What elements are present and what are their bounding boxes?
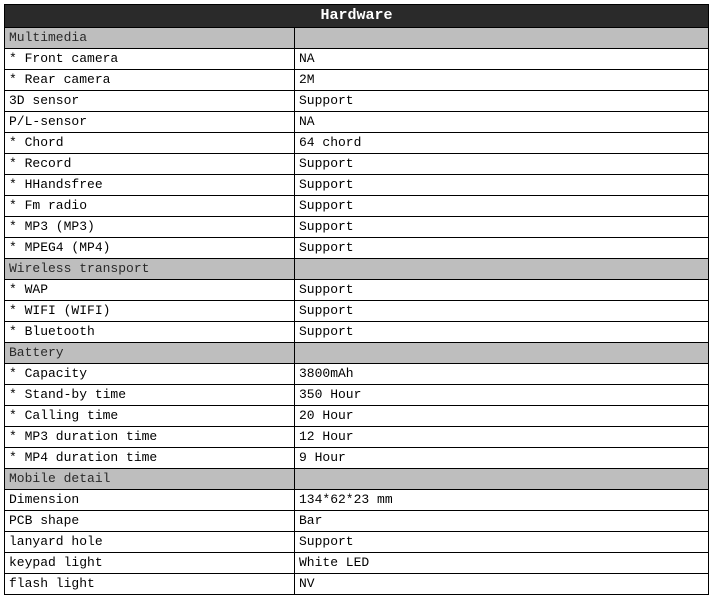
section-row: Multimedia [5,28,709,49]
table-row: 3D sensorSupport [5,91,709,112]
spec-value: NA [295,112,709,133]
section-title: Battery [5,343,295,364]
spec-table: HardwareMultimedia* Front cameraNA* Rear… [4,4,709,595]
spec-value: White LED [295,553,709,574]
spec-label: * Chord [5,133,295,154]
spec-value: Support [295,91,709,112]
spec-label: * Fm radio [5,196,295,217]
table-row: * Chord64 chord [5,133,709,154]
table-row: keypad lightWhite LED [5,553,709,574]
table-row: * WIFI (WIFI)Support [5,301,709,322]
table-row: * Stand-by time350 Hour [5,385,709,406]
table-row: * Capacity3800mAh [5,364,709,385]
table-row: * MP4 duration time9 Hour [5,448,709,469]
table-row: * MPEG4 (MP4)Support [5,238,709,259]
spec-value: Support [295,280,709,301]
spec-label: 3D sensor [5,91,295,112]
table-header-row: Hardware [5,5,709,28]
section-blank [295,343,709,364]
spec-value: 2M [295,70,709,91]
spec-value: 134*62*23 mm [295,490,709,511]
spec-label: * Front camera [5,49,295,70]
spec-value: 64 chord [295,133,709,154]
spec-label: Dimension [5,490,295,511]
table-row: lanyard holeSupport [5,532,709,553]
table-row: PCB shapeBar [5,511,709,532]
spec-label: P/L-sensor [5,112,295,133]
table-row: * BluetoothSupport [5,322,709,343]
spec-value: Support [295,301,709,322]
spec-value: NV [295,574,709,595]
spec-label: * MPEG4 (MP4) [5,238,295,259]
spec-label: * MP3 (MP3) [5,217,295,238]
table-row: * Fm radioSupport [5,196,709,217]
table-row: * MP3 duration time12 Hour [5,427,709,448]
spec-value: Support [295,532,709,553]
spec-label: keypad light [5,553,295,574]
spec-value: Support [295,217,709,238]
spec-label: * Calling time [5,406,295,427]
spec-value: Support [295,322,709,343]
spec-label: * Capacity [5,364,295,385]
section-title: Wireless transport [5,259,295,280]
spec-value: Support [295,154,709,175]
spec-value: 12 Hour [295,427,709,448]
table-row: * WAPSupport [5,280,709,301]
spec-label: * MP3 duration time [5,427,295,448]
section-title: Mobile detail [5,469,295,490]
table-row: * Rear camera2M [5,70,709,91]
spec-label: * Bluetooth [5,322,295,343]
spec-value: Support [295,175,709,196]
table-row: flash lightNV [5,574,709,595]
table-row: * Front cameraNA [5,49,709,70]
section-blank [295,28,709,49]
spec-label: * WIFI (WIFI) [5,301,295,322]
section-row: Mobile detail [5,469,709,490]
spec-label: PCB shape [5,511,295,532]
spec-value: 9 Hour [295,448,709,469]
spec-label: * WAP [5,280,295,301]
table-row: Dimension134*62*23 mm [5,490,709,511]
table-row: * Calling time20 Hour [5,406,709,427]
spec-value: 3800mAh [295,364,709,385]
spec-value: Support [295,238,709,259]
table-row: * MP3 (MP3)Support [5,217,709,238]
table-row: * HHandsfreeSupport [5,175,709,196]
spec-value: 350 Hour [295,385,709,406]
spec-label: * Record [5,154,295,175]
spec-value: Support [295,196,709,217]
table-header: Hardware [5,5,709,28]
spec-label: * Rear camera [5,70,295,91]
spec-value: NA [295,49,709,70]
spec-label: * HHandsfree [5,175,295,196]
spec-label: lanyard hole [5,532,295,553]
spec-label: * MP4 duration time [5,448,295,469]
section-row: Battery [5,343,709,364]
spec-value: Bar [295,511,709,532]
section-blank [295,469,709,490]
spec-value: 20 Hour [295,406,709,427]
section-title: Multimedia [5,28,295,49]
section-blank [295,259,709,280]
section-row: Wireless transport [5,259,709,280]
spec-label: flash light [5,574,295,595]
table-row: * RecordSupport [5,154,709,175]
spec-label: * Stand-by time [5,385,295,406]
table-row: P/L-sensorNA [5,112,709,133]
